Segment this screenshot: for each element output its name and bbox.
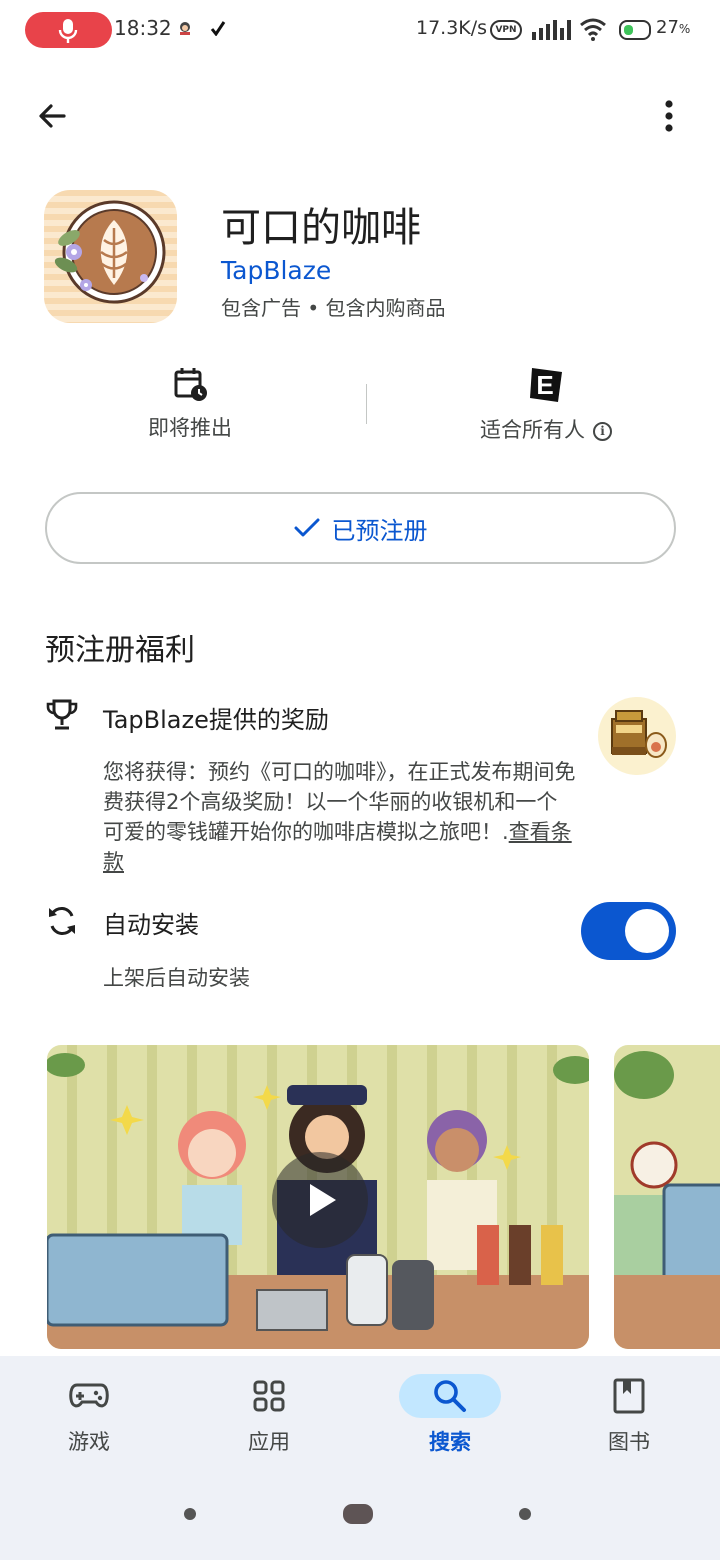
esrb-e-icon: E	[530, 368, 562, 402]
check-icon	[294, 518, 319, 537]
nav-books-label: 图书	[608, 1430, 650, 1454]
network-speed: 17.3K/s	[416, 17, 488, 39]
content-rating[interactable]: E 适合所有人 i	[426, 366, 666, 444]
reward-image	[598, 697, 676, 775]
notification-app-icon	[180, 22, 190, 35]
calendar-clock-icon	[174, 368, 207, 401]
status-bar: 18:32 17.3K/s VPN 27%	[0, 0, 720, 60]
auto-install-subtitle: 上架后自动安装	[103, 966, 250, 990]
rewards-section-title: 预注册福利	[45, 633, 195, 668]
wifi-icon	[580, 18, 606, 41]
status-time: 18:32	[114, 16, 172, 40]
gesture-recent-button[interactable]	[184, 1508, 196, 1520]
nav-games-label: 游戏	[68, 1430, 110, 1454]
auto-install-title: 自动安装	[103, 911, 199, 939]
book-icon	[613, 1378, 645, 1414]
trophy-icon	[46, 699, 78, 730]
signal-icon	[532, 20, 571, 40]
preregistered-button[interactable]: 已预注册	[45, 492, 676, 564]
back-button[interactable]	[28, 92, 76, 140]
info-divider	[366, 384, 367, 424]
vpn-icon: VPN	[490, 20, 522, 40]
auto-install-icon	[49, 907, 75, 935]
info-icon[interactable]: i	[593, 422, 612, 441]
developer-link[interactable]: TapBlaze	[221, 256, 331, 285]
svg-text:E: E	[536, 370, 553, 400]
nav-books[interactable]: 图书	[559, 1374, 699, 1456]
bottom-navigation: 游戏 应用 搜索 图书	[0, 1356, 720, 1560]
app-meta: 包含广告 • 包含内购商品	[221, 296, 446, 320]
preregistered-label: 已预注册	[331, 516, 428, 545]
auto-install-toggle[interactable]	[581, 902, 676, 960]
gamepad-icon	[69, 1383, 109, 1408]
search-icon	[434, 1380, 466, 1412]
play-button[interactable]	[272, 1152, 368, 1248]
more-vert-icon	[665, 100, 673, 132]
app-title: 可口的咖啡	[221, 205, 421, 251]
nav-apps-label: 应用	[248, 1430, 290, 1454]
reward-description: 您将获得：预约《可口的咖啡》，在正式发布期间免费获得2个高级奖励！以一个华丽的收…	[103, 760, 576, 874]
reward-title: TapBlaze提供的奖励	[103, 706, 329, 734]
screenshot-thumbnail[interactable]	[614, 1045, 720, 1349]
nav-search[interactable]: 搜索	[380, 1374, 520, 1456]
battery-icon	[619, 20, 651, 40]
release-label: 即将推出	[148, 416, 232, 440]
nav-apps[interactable]: 应用	[199, 1374, 339, 1456]
nav-games[interactable]: 游戏	[19, 1374, 159, 1456]
app-icon	[44, 190, 177, 323]
notification-check-icon	[210, 21, 226, 36]
nav-search-label: 搜索	[429, 1430, 471, 1454]
microphone-icon	[58, 19, 78, 43]
gesture-home-button[interactable]	[343, 1504, 373, 1524]
play-icon	[310, 1184, 336, 1216]
rating-label: 适合所有人	[480, 418, 585, 442]
more-options-button[interactable]	[645, 92, 693, 140]
battery-percent: 27%	[656, 17, 691, 38]
toggle-knob	[625, 909, 669, 953]
recording-indicator[interactable]	[25, 12, 112, 48]
apps-grid-icon	[253, 1380, 285, 1412]
release-status: 即将推出	[70, 366, 310, 442]
back-arrow-icon	[39, 104, 66, 128]
gesture-back-button[interactable]	[519, 1508, 531, 1520]
